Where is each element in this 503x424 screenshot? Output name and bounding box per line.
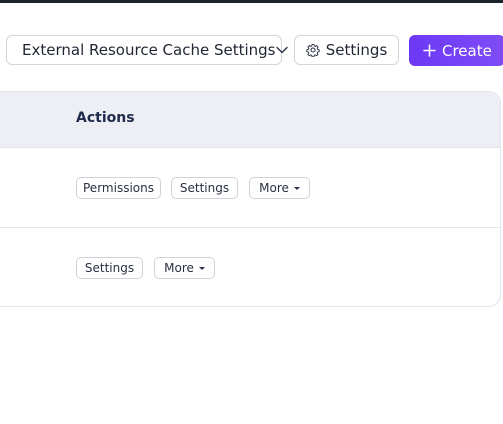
table-row: Permissions Settings More <box>0 148 500 228</box>
more-button-label: More <box>259 181 289 195</box>
more-button-label: More <box>164 261 194 275</box>
table-header: Actions <box>0 92 500 148</box>
plus-icon <box>423 44 436 57</box>
table-row: Settings More <box>0 228 500 306</box>
settings-button-label: Settings <box>325 41 388 59</box>
caret-down-icon <box>293 187 300 190</box>
permissions-button[interactable]: Permissions <box>76 177 161 199</box>
row-settings-button-label: Settings <box>84 261 135 275</box>
more-dropdown-button[interactable]: More <box>249 177 310 199</box>
create-button-label: Create <box>442 41 492 60</box>
settings-button[interactable]: Settings <box>294 35 399 65</box>
cache-settings-dropdown-toggle[interactable] <box>275 36 288 64</box>
gear-icon <box>306 43 320 57</box>
page: External Resource Cache Settings Setting… <box>0 0 503 424</box>
caret-down-icon <box>198 267 205 270</box>
more-dropdown-button[interactable]: More <box>154 257 215 279</box>
cache-settings-label: External Resource Cache Settings <box>22 41 276 59</box>
row-settings-button-label: Settings <box>179 181 230 195</box>
create-button[interactable]: Create <box>409 35 503 66</box>
top-strip <box>0 0 503 3</box>
table-card: Actions Permissions Settings More Settin… <box>0 91 501 307</box>
cache-settings-split-button: External Resource Cache Settings <box>6 35 288 65</box>
row-settings-button[interactable]: Settings <box>76 257 143 279</box>
row-settings-button[interactable]: Settings <box>171 177 238 199</box>
chevron-down-icon <box>275 46 288 54</box>
permissions-button-label: Permissions <box>83 181 154 195</box>
column-header-actions: Actions <box>76 110 135 126</box>
cache-settings-button[interactable]: External Resource Cache Settings <box>7 36 276 64</box>
